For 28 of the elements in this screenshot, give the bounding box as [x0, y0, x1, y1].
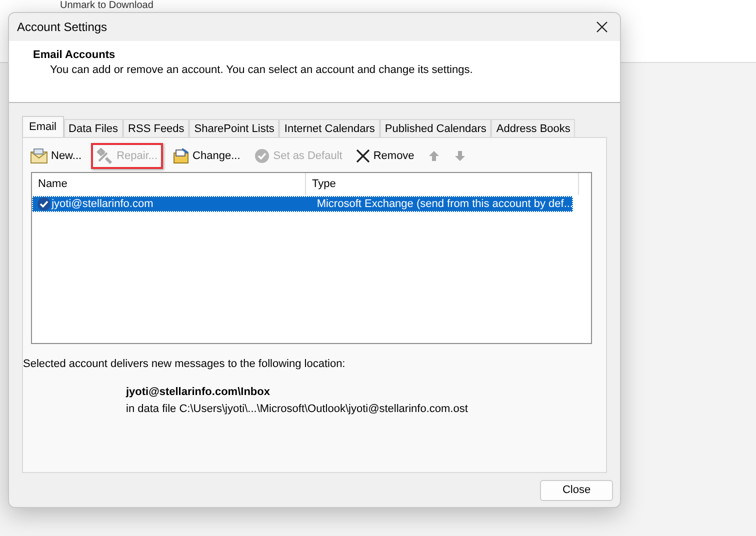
envelope-button[interactable]: New...: [25, 143, 87, 169]
tab[interactable]: Address Books: [491, 119, 576, 137]
ribbon-item[interactable]: Unmark to Download: [60, 0, 154, 12]
table-cell-text: jyoti@stellarinfo.com: [52, 198, 154, 210]
close-button[interactable]: Remove: [351, 143, 420, 169]
section-title: Email Accounts: [33, 49, 116, 61]
data-file-path: in data file C:\Users\jyoti\...\Microsoft\Outlook\jyoti@stellarinfo.com.ost: [126, 403, 469, 415]
envelope-icon: [30, 148, 48, 164]
check-circle-icon: [254, 148, 270, 164]
folder-button[interactable]: Change...: [166, 143, 246, 169]
tab[interactable]: Email: [22, 116, 64, 137]
section-description: You can add or remove an account. You can select an account and change its settings.: [49, 64, 474, 76]
tab[interactable]: Internet Calendars: [279, 119, 380, 137]
window-title: Account Settings: [17, 20, 108, 34]
column-header[interactable]: Name: [32, 173, 306, 195]
delivery-location: jyoti@stellarinfo.com\Inbox: [126, 386, 271, 398]
tab[interactable]: Data Files: [64, 119, 124, 137]
close-button[interactable]: Close: [540, 480, 613, 500]
folder-icon: [172, 148, 190, 164]
close-icon: [356, 149, 370, 163]
table-row[interactable]: jyoti@stellarinfo.com Microsoft Exchange (send from this account by def...: [32, 196, 573, 212]
tab[interactable]: Published Calendars: [380, 119, 492, 137]
tools-icon: [96, 148, 114, 164]
column-header[interactable]: Type: [306, 173, 579, 195]
delivery-label: Selected account delivers new messages to the following location:: [23, 358, 346, 370]
tab[interactable]: SharePoint Lists: [189, 119, 280, 137]
table-cell-text: Microsoft Exchange (send from this account by def...: [316, 198, 573, 210]
tab[interactable]: RSS Feeds: [123, 119, 190, 137]
